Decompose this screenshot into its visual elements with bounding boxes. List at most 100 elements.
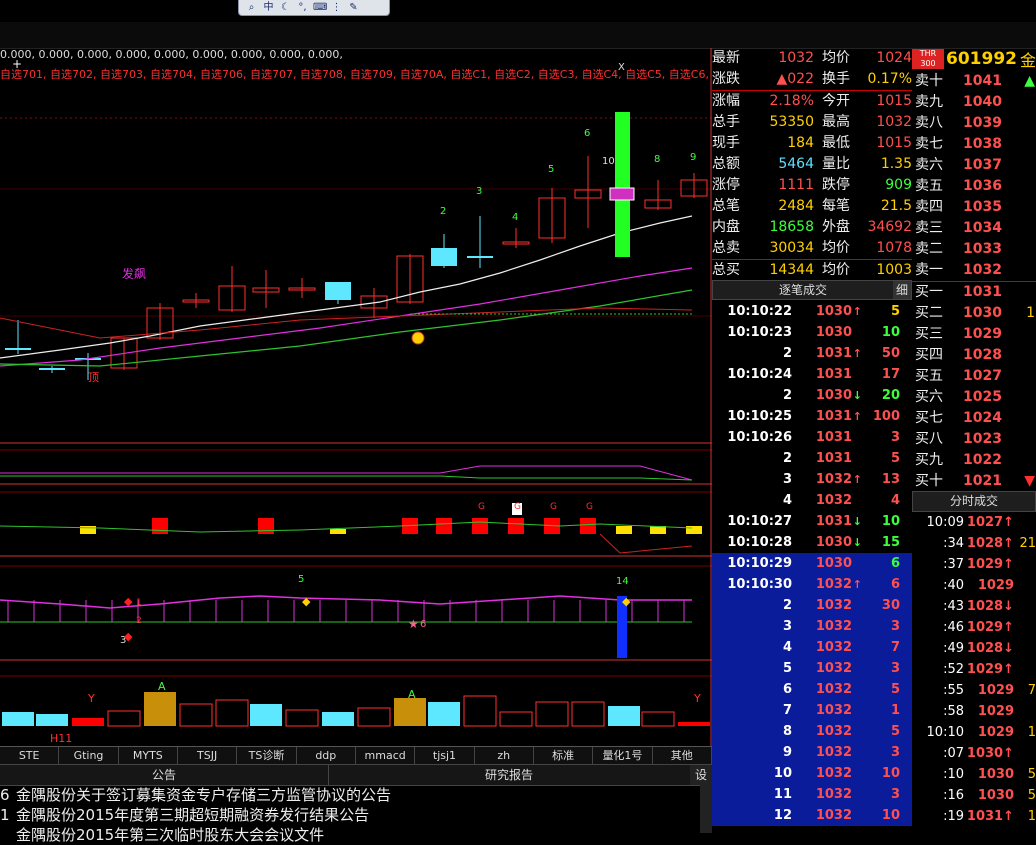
buy-row[interactable]: 买八 1023: [912, 429, 1035, 450]
menu-icon[interactable]: ⋮: [330, 2, 343, 13]
tab-research[interactable]: 研究报告: [328, 765, 690, 785]
trade-row[interactable]: 3 1032 3: [712, 616, 912, 637]
notice-scrollbar[interactable]: [700, 785, 712, 833]
trade-row[interactable]: 5 1032 3: [712, 658, 912, 679]
sell-l: 卖七: [915, 136, 943, 152]
trade-price: 1030: [792, 322, 862, 343]
chinese-input-icon[interactable]: 中: [262, 2, 275, 13]
trade-row[interactable]: 7 1032 1: [712, 700, 912, 721]
trade-qty: 1: [890, 703, 900, 718]
tab-1[interactable]: Gting: [59, 747, 119, 765]
buy-row[interactable]: 买三 1029: [912, 324, 1035, 345]
trade-row[interactable]: 10:10:22 1030↑ 5: [712, 301, 912, 322]
trade-row[interactable]: 10:10:27 1031↓ 10: [712, 511, 912, 532]
buy-row[interactable]: 买十 1021 ▼: [912, 471, 1035, 492]
fs-row[interactable]: :37 1029↑: [912, 554, 1036, 575]
fs-row[interactable]: :07 1030↑: [912, 743, 1036, 764]
trade-row[interactable]: 3 1032↑ 13: [712, 469, 912, 490]
settings-button[interactable]: 设: [690, 765, 712, 785]
fs-row[interactable]: :52 1029↑: [912, 659, 1036, 680]
buy-row[interactable]: 买七 1024: [912, 408, 1035, 429]
trade-row[interactable]: 4 1032 4: [712, 490, 912, 511]
volume-bar: [285, 709, 319, 727]
trade-row[interactable]: 10:10:24 1031 17: [712, 364, 912, 385]
sell-row[interactable]: 卖七 1038: [912, 134, 1035, 155]
sell-row[interactable]: 卖五 1036: [912, 176, 1035, 197]
tab-7[interactable]: tjsj1: [415, 747, 475, 765]
sell-l: 卖三: [915, 220, 943, 236]
sell-row[interactable]: 卖九 1040: [912, 92, 1035, 113]
tab-5[interactable]: ddp: [297, 747, 356, 765]
stock-code: 601992: [946, 49, 1017, 69]
fs-row[interactable]: :43 1028↓: [912, 596, 1036, 617]
pane4-y1: Y: [87, 692, 95, 705]
buy-row[interactable]: 买五 1027: [912, 366, 1035, 387]
trade-row[interactable]: 10:10:25 1031↑ 100: [712, 406, 912, 427]
trade-row[interactable]: 2 1031↑ 50: [712, 343, 912, 364]
sell-row[interactable]: 卖四 1035: [912, 197, 1035, 218]
trade-row[interactable]: 2 1032 30: [712, 595, 912, 616]
fs-row[interactable]: :34 1028↑ 21: [912, 533, 1036, 554]
trade-row[interactable]: 10:10:26 1031 3: [712, 427, 912, 448]
trade-row[interactable]: 2 1030↓ 20: [712, 385, 912, 406]
fs-row[interactable]: 10:09 1027↑: [912, 512, 1036, 533]
fs-row[interactable]: :40 1029: [912, 575, 1036, 596]
trade-row[interactable]: 10 1032 10: [712, 763, 912, 784]
fs-list[interactable]: 10:09 1027↑:34 1028↑ 21:37 1029↑:40 1029:43 10…: [912, 512, 1036, 827]
buy-row[interactable]: 买九 1022: [912, 450, 1035, 471]
keyboard-icon[interactable]: ⌨: [313, 2, 327, 13]
sell-row[interactable]: 卖八 1039: [912, 113, 1035, 134]
tab-10[interactable]: 量化1号: [593, 747, 653, 765]
floating-toolbar[interactable]: ⌕ 中 ☾ °, ⌨ ⋮ ✎: [238, 0, 390, 16]
notice-item[interactable]: 6 金隅股份关于签订募集资金专户存储三方监管协议的公告: [0, 785, 700, 805]
buy-row[interactable]: 买二 1030 1: [912, 303, 1035, 324]
trade-row[interactable]: 10:10:28 1030↓ 15: [712, 532, 912, 553]
sell-row[interactable]: 卖十 1041 ▲: [912, 71, 1035, 92]
tool-icon[interactable]: ✎: [347, 2, 360, 13]
punctuation-icon[interactable]: °,: [296, 2, 309, 13]
search-icon[interactable]: ⌕: [245, 2, 258, 13]
trade-row[interactable]: 11 1032 3: [712, 784, 912, 805]
trade-row[interactable]: 12 1032 10: [712, 805, 912, 826]
trade-row[interactable]: 10:10:30 1032↑ 6: [712, 574, 912, 595]
trade-row[interactable]: 8 1032 5: [712, 721, 912, 742]
tab-4[interactable]: TS诊断: [237, 747, 297, 765]
buy-row[interactable]: 买一 1031: [912, 282, 1035, 303]
sell-row[interactable]: 卖三 1034: [912, 218, 1035, 239]
fs-row[interactable]: :16 1030 5: [912, 785, 1036, 806]
sell-row[interactable]: 卖六 1037: [912, 155, 1035, 176]
buy-row[interactable]: 买六 1025: [912, 387, 1035, 408]
fs-row[interactable]: :49 1028↓: [912, 638, 1036, 659]
buy-v: [1005, 429, 1035, 450]
sell-row[interactable]: 卖二 1033: [912, 239, 1035, 260]
kline-chart[interactable]: 发飙 顶 X 10 2 3 4 5 6 8 9 + G G G G 5 14 1…: [0, 48, 712, 768]
fs-row[interactable]: 10:10 1029 1: [912, 722, 1036, 743]
detail-button[interactable]: 细: [893, 281, 911, 299]
fs-row[interactable]: :19 1031↑ 1: [912, 806, 1036, 827]
buy-p: 1028: [963, 347, 1002, 363]
buy-row[interactable]: 买四 1028: [912, 345, 1035, 366]
tab-8[interactable]: zh: [475, 747, 534, 765]
fs-row[interactable]: :55 1029 7: [912, 680, 1036, 701]
trade-row[interactable]: 10:10:29 1030 6: [712, 553, 912, 574]
tab-announcement[interactable]: 公告: [0, 765, 329, 785]
notice-item[interactable]: 1 金隅股份2015年度第三期超短期融资券发行结果公告: [0, 805, 700, 825]
tab-0[interactable]: STE: [0, 747, 60, 765]
fs-row[interactable]: :46 1029↑: [912, 617, 1036, 638]
tab-11[interactable]: 其他: [653, 747, 712, 765]
fs-row[interactable]: :10 1030 5: [912, 764, 1036, 785]
tab-6[interactable]: mmacd: [356, 747, 416, 765]
trade-row[interactable]: 4 1032 7: [712, 637, 912, 658]
trade-row[interactable]: 10:10:23 1030 10: [712, 322, 912, 343]
tab-3[interactable]: TSJJ: [178, 747, 238, 765]
trade-list[interactable]: 10:10:22 1030↑ 5 10:10:23 1030 10 2 1031↑ 50 10:1…: [712, 301, 912, 826]
tab-9[interactable]: 标准: [534, 747, 594, 765]
notice-item[interactable]: 金隅股份2015年第三次临时股东大会会议文件: [0, 825, 700, 845]
trade-row[interactable]: 6 1032 5: [712, 679, 912, 700]
tab-2[interactable]: MYTS: [119, 747, 178, 765]
sell-row[interactable]: 卖一 1032: [912, 260, 1035, 281]
moon-icon[interactable]: ☾: [279, 2, 292, 13]
trade-row[interactable]: 2 1031 5: [712, 448, 912, 469]
fs-row[interactable]: :58 1029: [912, 701, 1036, 722]
trade-row[interactable]: 9 1032 3: [712, 742, 912, 763]
